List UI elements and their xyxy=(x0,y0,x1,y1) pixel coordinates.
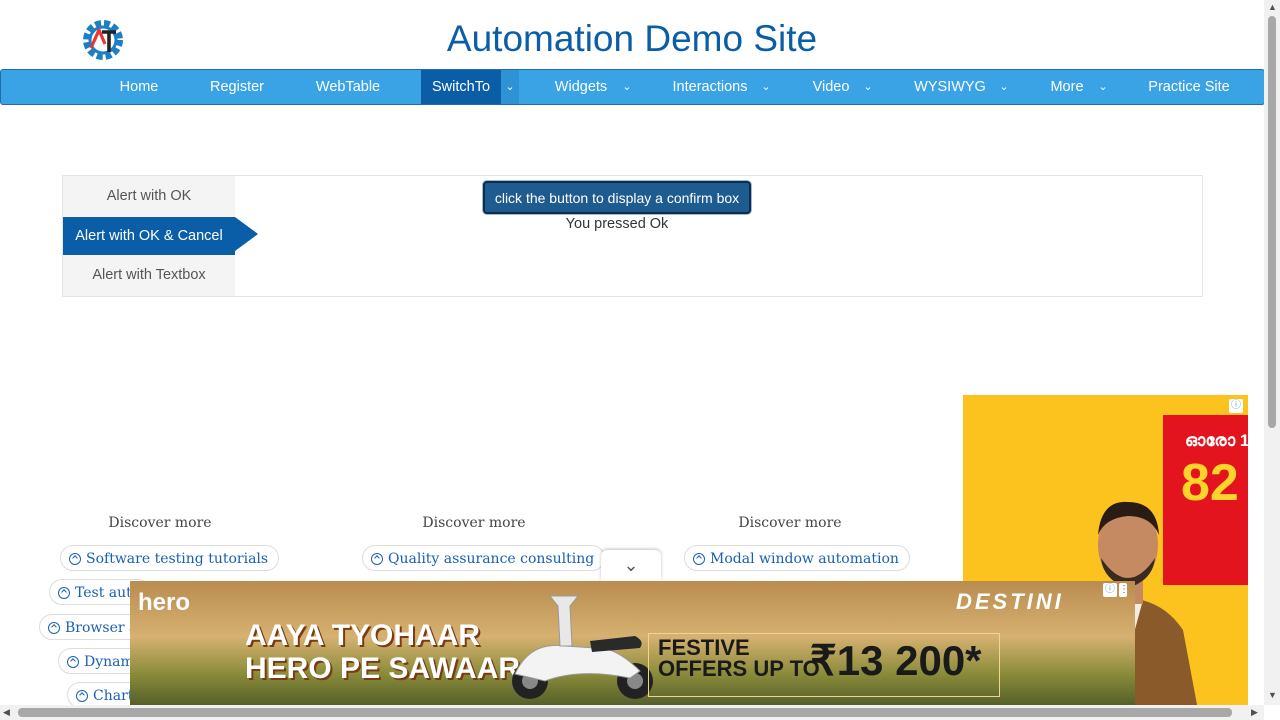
arrow-circle-icon xyxy=(48,622,60,634)
scroll-down-arrow-icon[interactable]: ▼ xyxy=(1268,690,1277,700)
active-tab-arrow-icon xyxy=(235,217,258,251)
alert-tabs: Alert with OK Alert with OK & Cancel Ale… xyxy=(63,176,235,296)
tab-alert-with-ok-cancel[interactable]: Alert with OK & Cancel xyxy=(63,217,235,255)
display-confirm-box-button[interactable]: click the button to display a confirm bo… xyxy=(483,181,751,214)
interactions-chevron-down-icon[interactable]: ⌄ xyxy=(758,70,774,104)
ad-info-icon[interactable]: ⓘ xyxy=(1103,583,1117,597)
ad-options-icon[interactable]: ⋮ xyxy=(1119,583,1129,597)
chip-software-testing-tutorials[interactable]: Software testing tutorials xyxy=(60,545,280,571)
horizontal-scroll-thumb[interactable] xyxy=(18,708,1232,717)
bottom-advertisement[interactable]: hero DESTINI AAYA TYOHAAR HERO PE SAWAAR… xyxy=(130,581,1135,705)
switchto-chevron-down-icon[interactable]: ⌄ xyxy=(501,70,519,104)
arrow-circle-icon xyxy=(69,553,81,565)
video-chevron-down-icon[interactable]: ⌄ xyxy=(860,70,876,104)
chip-quality-assurance-consulting[interactable]: Quality assurance consulting xyxy=(362,545,606,571)
ad-offer-text: FESTIVE OFFERS UP TO xyxy=(658,635,820,681)
ad-headline: AAYA TYOHAAR HERO PE SAWAAR xyxy=(245,619,521,685)
nav-video[interactable]: Video xyxy=(801,70,861,104)
arrow-circle-icon xyxy=(67,656,79,668)
arrow-circle-icon xyxy=(58,587,70,599)
discover-more-heading: Discover more xyxy=(108,515,212,531)
alerts-panel: Alert with OK Alert with OK & Cancel Ale… xyxy=(62,175,1203,297)
discover-more-heading: Discover more xyxy=(422,515,526,531)
confirm-result-text: You pressed Ok xyxy=(565,216,669,232)
tab-alert-with-textbox[interactable]: Alert with Textbox xyxy=(63,256,235,295)
arrow-circle-icon xyxy=(76,690,88,702)
main-navbar: Home Register WebTable SwitchTo ⌄ Widget… xyxy=(0,69,1265,105)
scroll-up-arrow-icon[interactable]: ▲ xyxy=(1268,2,1277,12)
ad-collapse-chevron-icon[interactable]: ⌄ xyxy=(601,550,661,581)
vertical-scroll-thumb[interactable] xyxy=(1268,16,1276,428)
nav-widgets[interactable]: Widgets xyxy=(541,70,621,104)
ad-offer-price: ₹13 200* xyxy=(810,637,982,684)
scroll-left-arrow-icon[interactable]: ◀ xyxy=(3,707,10,718)
hero-logo: hero xyxy=(138,589,191,616)
more-chevron-down-icon[interactable]: ⌄ xyxy=(1095,70,1111,104)
wysiwyg-chevron-down-icon[interactable]: ⌄ xyxy=(996,70,1012,104)
tab-alert-with-ok[interactable]: Alert with OK xyxy=(63,177,235,216)
arrow-circle-icon xyxy=(371,553,383,565)
nav-home[interactable]: Home xyxy=(99,70,179,104)
nav-more[interactable]: More xyxy=(1037,70,1097,104)
nav-switchto[interactable]: SwitchTo xyxy=(421,70,501,104)
ad-info-icon[interactable]: ⓘ xyxy=(1229,399,1243,413)
nav-interactions[interactable]: Interactions xyxy=(665,70,755,104)
scroll-right-arrow-icon[interactable]: ▶ xyxy=(1251,707,1258,718)
nav-wysiwyg[interactable]: WYSIWYG xyxy=(905,70,995,104)
nav-practice-site[interactable]: Practice Site xyxy=(1134,70,1244,104)
site-title: Automation Demo Site xyxy=(446,18,818,59)
chip-modal-window-automation[interactable]: Modal window automation xyxy=(684,545,910,571)
horizontal-scrollbar[interactable]: ◀ ▶ xyxy=(0,705,1264,720)
nav-webtable[interactable]: WebTable xyxy=(303,70,393,104)
scooter-image xyxy=(512,595,653,699)
ad-side-text: ഓരോ 1 xyxy=(1185,431,1248,450)
ad-model-name: DESTINI xyxy=(956,589,1064,614)
discover-more-heading: Discover more xyxy=(738,515,842,531)
nav-register[interactable]: Register xyxy=(197,70,277,104)
vertical-scrollbar[interactable]: ▲ ▼ xyxy=(1264,0,1280,705)
arrow-circle-icon xyxy=(693,553,705,565)
widgets-chevron-down-icon[interactable]: ⌄ xyxy=(619,70,635,104)
